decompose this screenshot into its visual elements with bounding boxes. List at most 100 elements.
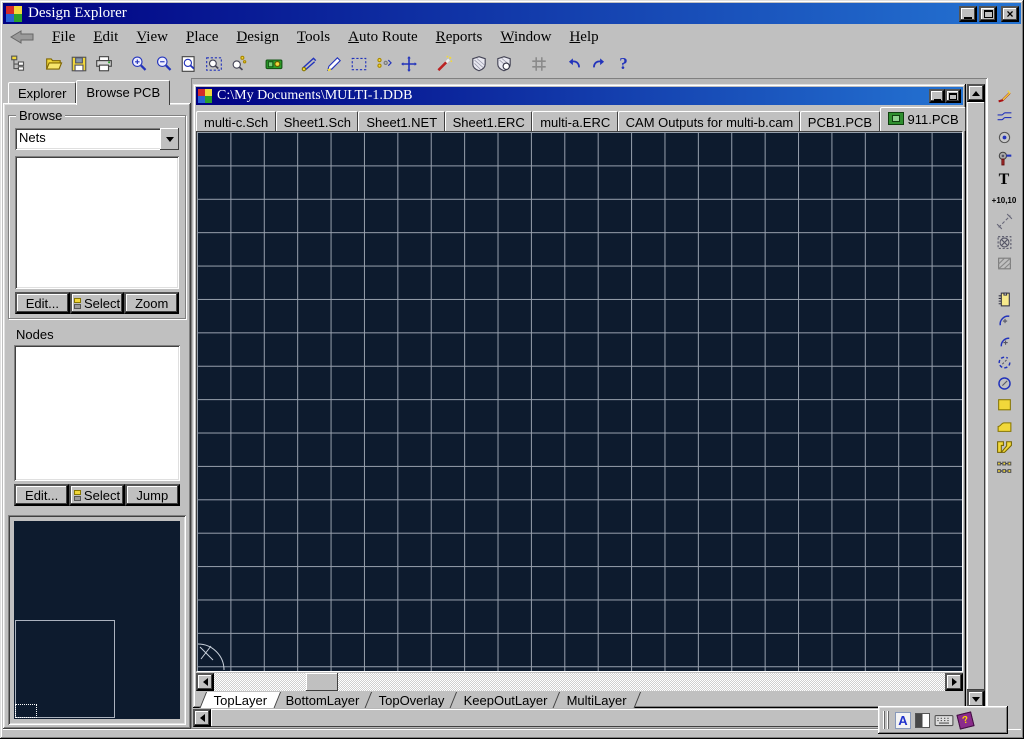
full-circle-button[interactable]	[991, 373, 1017, 394]
place-string-button[interactable]: T	[991, 169, 1017, 190]
menu-file[interactable]: File	[43, 27, 84, 48]
document-titlebar[interactable]: C:\My Documents\MULTI-1.DDB	[196, 87, 963, 105]
keyboard-icon[interactable]	[934, 712, 954, 728]
interactive-routing-button[interactable]	[991, 85, 1017, 106]
doc-tab-sheet1-net[interactable]: Sheet1.NET	[358, 111, 444, 131]
doc-tab-multi-a-erc[interactable]: multi-a.ERC	[532, 111, 617, 131]
drc-shield-button[interactable]	[466, 52, 491, 75]
move-selection-button[interactable]	[371, 52, 396, 75]
menu-design[interactable]: Design	[227, 27, 288, 48]
close-button[interactable]: ×	[1001, 6, 1019, 22]
scroll-track[interactable]	[214, 673, 945, 691]
nets-listbox[interactable]	[15, 156, 179, 289]
scroll-thumb[interactable]	[211, 709, 967, 727]
ime-help-book-icon[interactable]: ?	[956, 711, 974, 729]
ime-language-button[interactable]: A	[895, 712, 911, 729]
zoom-point-button[interactable]	[226, 52, 251, 75]
doc-tab-cam-outputs[interactable]: CAM Outputs for multi-b.cam	[618, 111, 800, 131]
nodes-edit-button[interactable]: Edit...	[14, 484, 69, 506]
open-button[interactable]	[41, 52, 66, 75]
design-manager-button[interactable]	[6, 52, 31, 75]
wizard-button[interactable]	[431, 52, 456, 75]
place-via-button[interactable]	[991, 148, 1017, 169]
menu-tools[interactable]: Tools	[288, 27, 339, 48]
nets-edit-button[interactable]: Edit...	[15, 292, 70, 314]
scroll-left-button[interactable]	[196, 673, 214, 691]
place-fill-hatched-button[interactable]	[991, 253, 1017, 274]
menu-reports[interactable]: Reports	[427, 27, 492, 48]
toggle-grid-button[interactable]	[526, 52, 551, 75]
dropdown-button[interactable]	[160, 128, 179, 150]
zoom-in-button[interactable]	[126, 52, 151, 75]
highlight-pen-button[interactable]	[321, 52, 346, 75]
scroll-thumb[interactable]	[967, 102, 985, 690]
minimap-board[interactable]	[14, 521, 180, 719]
undo-button[interactable]	[561, 52, 586, 75]
layer-tab-bottomlayer[interactable]: BottomLayer	[270, 692, 374, 708]
menu-auto-route[interactable]: Auto Route	[339, 27, 427, 48]
menu-edit[interactable]: Edit	[84, 27, 127, 48]
cutter-button[interactable]	[296, 52, 321, 75]
zoom-out-button[interactable]	[151, 52, 176, 75]
doc-tab-sheet1-sch[interactable]: Sheet1.Sch	[276, 111, 359, 131]
select-area-button[interactable]	[346, 52, 371, 75]
arc-by-center-button[interactable]	[991, 331, 1017, 352]
doc-tab-911-pcb[interactable]: 911.PCB	[880, 107, 966, 131]
crosshair-button[interactable]	[396, 52, 421, 75]
arc-any-angle-button[interactable]	[991, 352, 1017, 373]
layer-tab-multilayer[interactable]: MultiLayer	[551, 692, 641, 708]
pcb-file-icon	[888, 112, 904, 125]
layer-tab-keepoutlayer[interactable]: KeepOutLayer	[448, 692, 562, 708]
menu-collapse-icon[interactable]	[9, 29, 43, 45]
zoom-all-button[interactable]	[176, 52, 201, 75]
scroll-left-button[interactable]	[193, 709, 211, 727]
doc-maximize-button[interactable]	[945, 89, 961, 103]
doc-tab-pcb1-pcb[interactable]: PCB1.PCB	[800, 111, 880, 131]
nets-zoom-button[interactable]: Zoom	[124, 292, 179, 314]
maximize-button[interactable]	[979, 6, 997, 22]
menu-view[interactable]: View	[127, 27, 177, 48]
scroll-thumb[interactable]	[306, 673, 338, 691]
menu-help[interactable]: Help	[560, 27, 607, 48]
interactive-routing-icon	[996, 87, 1013, 104]
place-pad-button[interactable]	[991, 127, 1017, 148]
nets-select-button[interactable]: Select	[70, 292, 125, 314]
paste-array-button[interactable]	[991, 457, 1017, 478]
doc-tab-multi-c-sch[interactable]: multi-c.Sch	[196, 111, 276, 131]
browse-mode-dropdown[interactable]: Nets	[15, 128, 179, 150]
redo-button[interactable]	[586, 52, 611, 75]
arc-by-edge-button[interactable]	[991, 310, 1017, 331]
drc-browse-button[interactable]	[491, 52, 516, 75]
help-button[interactable]: ?	[611, 52, 636, 75]
drag-handle-icon[interactable]	[883, 711, 891, 729]
browse-library-button[interactable]	[261, 52, 286, 75]
place-dimension-button[interactable]	[991, 211, 1017, 232]
doc-tab-sheet1-erc[interactable]: Sheet1.ERC	[445, 111, 533, 131]
zoom-area-button[interactable]	[201, 52, 226, 75]
minimize-button[interactable]	[959, 6, 977, 22]
menu-window[interactable]: Window	[491, 27, 560, 48]
place-component-button[interactable]	[991, 289, 1017, 310]
menu-place[interactable]: Place	[177, 27, 227, 48]
polygon-plane-button[interactable]	[991, 415, 1017, 436]
nodes-select-button[interactable]: Select	[69, 484, 124, 506]
doc-minimize-button[interactable]	[929, 89, 945, 103]
print-button[interactable]	[91, 52, 116, 75]
tab-explorer[interactable]: Explorer	[8, 82, 76, 103]
save-button[interactable]	[66, 52, 91, 75]
tab-browse-pcb[interactable]: Browse PCB	[76, 80, 170, 105]
place-coordinate-button[interactable]: +10,10	[991, 190, 1017, 211]
nodes-listbox[interactable]	[14, 345, 180, 481]
ime-fullwidth-toggle-icon[interactable]	[915, 713, 930, 728]
print-icon	[95, 55, 113, 73]
place-room-button[interactable]	[991, 232, 1017, 253]
pcb-canvas[interactable]	[196, 131, 963, 672]
nodes-jump-button[interactable]: Jump	[125, 484, 180, 506]
place-fill-button[interactable]	[991, 394, 1017, 415]
scroll-right-button[interactable]	[945, 673, 963, 691]
scroll-up-button[interactable]	[967, 84, 985, 102]
multiple-tracks-button[interactable]	[991, 106, 1017, 127]
layer-tab-topoverlay[interactable]: TopOverlay	[363, 692, 459, 708]
split-plane-button[interactable]	[991, 436, 1017, 457]
layer-tab-toplayer[interactable]: TopLayer	[198, 692, 282, 708]
